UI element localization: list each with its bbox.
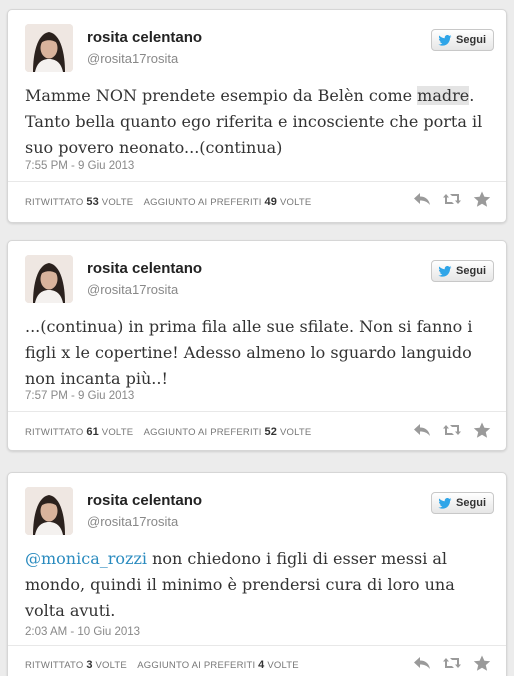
tweet-stats: RITWITTATO 61 VOLTE AGGIUNTO AI PREFERIT… [25,426,311,438]
tweet-timestamp[interactable]: 7:55 PM - 9 Giu 2013 [25,160,134,172]
retweet-unit: VOLTE [101,427,134,438]
user-handle[interactable]: @rosita17rosita [87,514,178,529]
tweet-timestamp[interactable]: 7:57 PM - 9 Giu 2013 [25,390,134,402]
tweet-actions [412,190,492,208]
tweet-actions [412,654,492,672]
favorite-unit: VOLTE [279,197,312,208]
favorite-label: AGGIUNTO AI PREFERITI [143,427,262,438]
retweet-icon[interactable] [442,421,462,439]
retweet-count[interactable]: 53 [86,196,99,208]
divider [8,411,506,412]
tweet-stats: RITWITTATO 3 VOLTE AGGIUNTO AI PREFERITI… [25,659,299,671]
mention-link[interactable]: @monica_rozzi [25,549,147,568]
tweet-card: rosita celentano @rosita17rosita Segui @… [7,472,507,676]
twitter-bird-icon [438,497,452,509]
retweet-label: RITWITTATO [25,197,84,208]
retweet-count[interactable]: 3 [86,659,92,671]
highlighted-word: madre [417,86,470,105]
user-handle[interactable]: @rosita17rosita [87,282,178,297]
favorite-unit: VOLTE [279,427,312,438]
tweet-text: ...(continua) in prima fila alle sue sfi… [25,317,473,388]
reply-icon[interactable] [412,421,432,439]
follow-button[interactable]: Segui [431,29,494,51]
favorite-label: AGGIUNTO AI PREFERITI [137,660,256,671]
twitter-bird-icon [438,34,452,46]
follow-button[interactable]: Segui [431,260,494,282]
tweet-timestamp[interactable]: 2:03 AM - 10 Giu 2013 [25,626,140,638]
divider [8,181,506,182]
reply-icon[interactable] [412,654,432,672]
favorite-count[interactable]: 49 [264,196,277,208]
follow-button[interactable]: Segui [431,492,494,514]
retweet-icon[interactable] [442,190,462,208]
avatar[interactable] [25,487,73,535]
avatar[interactable] [25,24,73,72]
favorite-count[interactable]: 52 [264,426,277,438]
follow-label: Segui [456,265,486,277]
twitter-bird-icon [438,265,452,277]
favorite-star-icon[interactable] [472,190,492,208]
retweet-icon[interactable] [442,654,462,672]
favorite-count[interactable]: 4 [258,659,264,671]
retweet-unit: VOLTE [101,197,134,208]
favorite-star-icon[interactable] [472,654,492,672]
retweet-count[interactable]: 61 [86,426,99,438]
retweet-label: RITWITTATO [25,660,84,671]
tweet-text: @monica_rozzi non chiedono i figli di es… [25,546,492,624]
retweet-label: RITWITTATO [25,427,84,438]
user-handle[interactable]: @rosita17rosita [87,51,178,66]
tweet-card: rosita celentano @rosita17rosita Segui M… [7,9,507,223]
follow-label: Segui [456,497,486,509]
avatar[interactable] [25,255,73,303]
favorite-star-icon[interactable] [472,421,492,439]
user-name[interactable]: rosita celentano [87,260,202,277]
tweet-card: rosita celentano @rosita17rosita Segui .… [7,240,507,451]
tweet-actions [412,421,492,439]
favorite-label: AGGIUNTO AI PREFERITI [143,197,262,208]
tweet-text: Mamme NON prendete esempio da Belèn come… [25,83,492,161]
tweet-text-part: Mamme NON prendete esempio da Belèn come [25,86,418,105]
tweet-stats: RITWITTATO 53 VOLTE AGGIUNTO AI PREFERIT… [25,196,311,208]
divider [8,645,506,646]
reply-icon[interactable] [412,190,432,208]
retweet-unit: VOLTE [95,660,127,671]
user-name[interactable]: rosita celentano [87,29,202,46]
user-name[interactable]: rosita celentano [87,492,202,509]
favorite-unit: VOLTE [267,660,299,671]
follow-label: Segui [456,34,486,46]
